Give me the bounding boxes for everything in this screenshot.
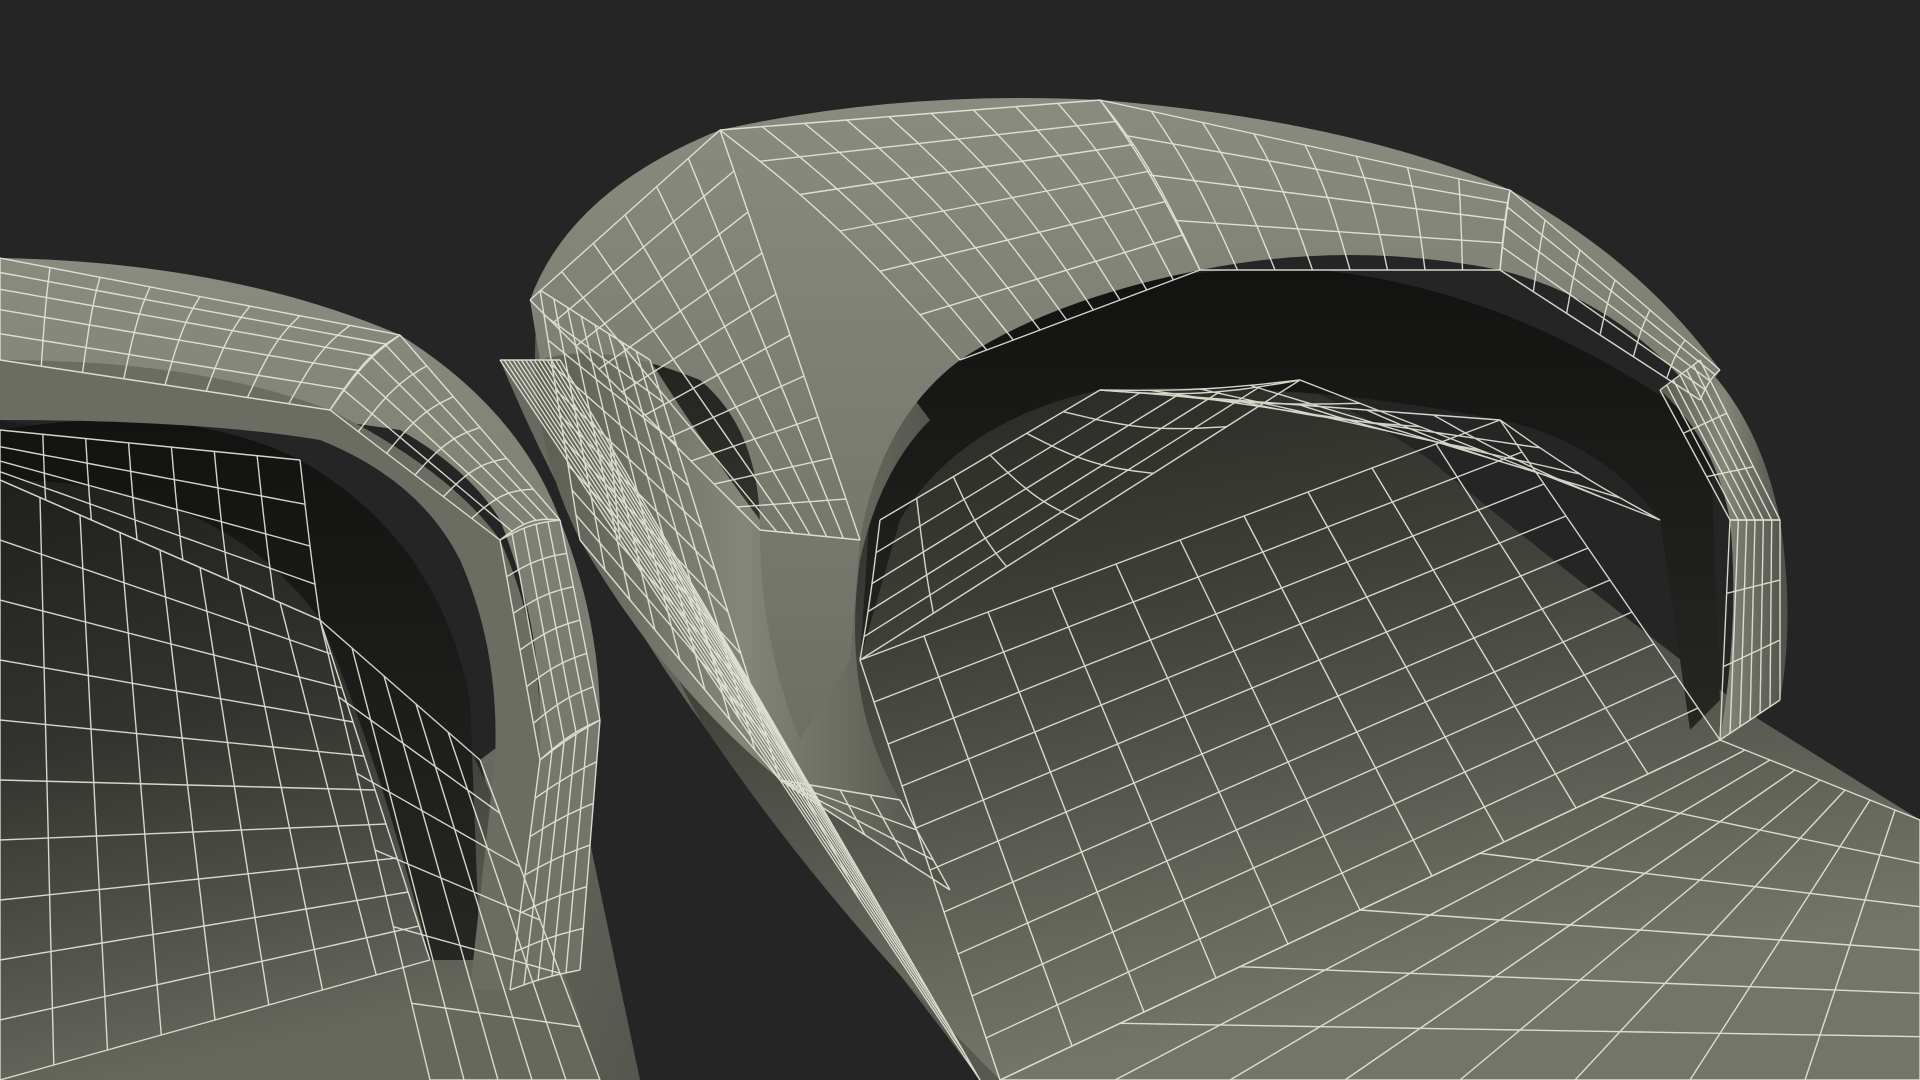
wireframe-render xyxy=(0,98,1920,1080)
render-viewport xyxy=(0,0,1920,1080)
right-sandal xyxy=(500,98,1920,1080)
